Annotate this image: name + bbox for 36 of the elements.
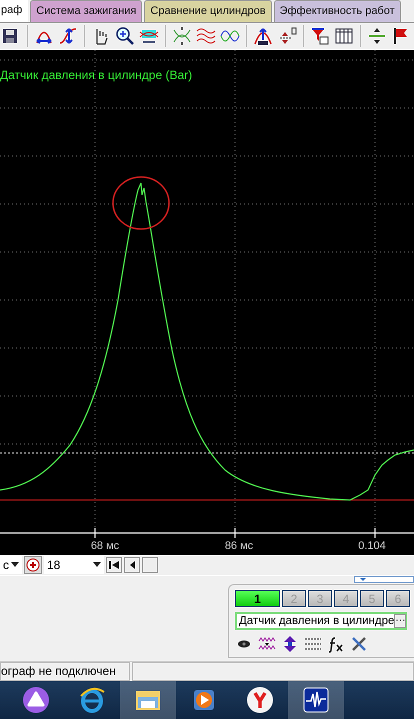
tick-label: 86 мс (224, 540, 254, 552)
record-icon[interactable] (24, 556, 42, 574)
curves-cross-icon[interactable] (172, 26, 192, 46)
skip-start-icon[interactable] (109, 560, 119, 569)
assistant-icon[interactable] (22, 686, 50, 714)
browser-icon[interactable] (78, 686, 106, 714)
stacked-waves-icon[interactable] (196, 26, 216, 46)
step-back-icon[interactable] (129, 560, 135, 569)
channel-button[interactable]: 1 (235, 590, 280, 607)
auto-scale-icon[interactable] (253, 26, 273, 46)
panel-collapse-handle[interactable] (354, 576, 414, 584)
channel-dropdown[interactable]: 18 (44, 556, 104, 574)
unit-dropdown[interactable]: с (0, 556, 22, 574)
dropdown-arrow-icon (93, 562, 101, 568)
browse-button[interactable]: ··· (394, 614, 406, 628)
highlight-circle (112, 176, 170, 230)
sensor-field[interactable]: Датчик давления в цилиндре··· (235, 612, 407, 630)
zoom-icon[interactable] (115, 26, 135, 46)
dropdown-arrow-icon (11, 562, 19, 568)
tab[interactable]: Сравнение цилиндров (144, 0, 272, 22)
split-icon[interactable] (367, 26, 387, 46)
status-message: ограф не подключен (0, 662, 130, 682)
curve-height-icon[interactable] (58, 26, 78, 46)
tick-label: 0.104 (358, 540, 386, 552)
tab[interactable]: раф (0, 0, 28, 22)
zero-level-icon[interactable] (277, 26, 297, 46)
tools-icon[interactable] (350, 634, 368, 653)
filter-icon[interactable] (310, 26, 330, 46)
function-icon[interactable] (327, 634, 345, 653)
yandex-browser-icon[interactable] (246, 686, 274, 714)
table-icon[interactable] (334, 26, 354, 46)
tab[interactable]: Система зажигания (30, 0, 142, 22)
tick-label: 68 мс (90, 540, 120, 552)
oscilloscope-app-icon[interactable] (302, 686, 330, 714)
tab[interactable]: Эффективность работ (274, 0, 401, 22)
chart-title: Датчик давления в цилиндре (Bar) (0, 68, 192, 82)
